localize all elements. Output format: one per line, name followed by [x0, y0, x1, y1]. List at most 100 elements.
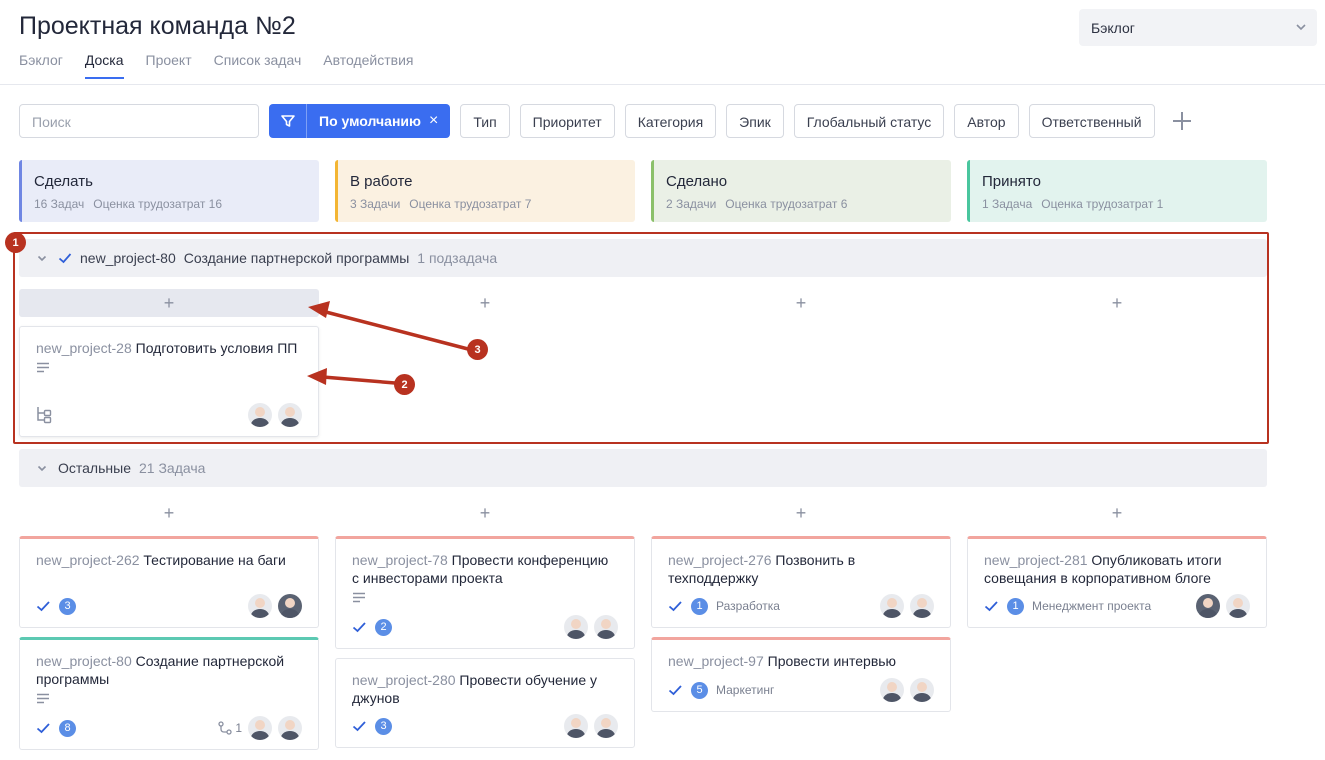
subtask-count-badge: 3	[59, 597, 76, 615]
subtask-count-badge: 1	[1007, 597, 1024, 615]
check-icon	[58, 253, 72, 264]
swimlane-task-key[interactable]: new_project-80	[80, 250, 176, 266]
check-icon	[668, 685, 682, 696]
task-key: new_project-80	[36, 653, 132, 669]
column-done: Сделано 2 Задачи Оценка трудозатрат 6	[651, 160, 951, 222]
avatar[interactable]	[1196, 594, 1220, 618]
check-icon	[36, 601, 50, 612]
add-task-cell[interactable]: +	[967, 289, 1267, 317]
avatar[interactable]	[278, 594, 302, 618]
clear-preset-icon[interactable]: ×	[429, 112, 450, 130]
filter-icon	[269, 104, 307, 138]
tab-board[interactable]: Доска	[84, 52, 124, 79]
subtask-link-number: 1	[235, 721, 242, 735]
task-key: new_project-280	[352, 672, 456, 688]
swimlane-header-rest[interactable]: Остальные 21 Задача	[19, 449, 1267, 487]
avatar[interactable]	[910, 594, 934, 618]
avatar[interactable]	[278, 716, 302, 740]
tab-project[interactable]: Проект	[146, 52, 192, 79]
avatar[interactable]	[248, 403, 272, 427]
avatar[interactable]	[880, 678, 904, 702]
add-task-cell[interactable]: +	[967, 499, 1267, 527]
column-estimate: Оценка трудозатрат 6	[725, 197, 848, 211]
chevron-down-icon[interactable]	[36, 252, 48, 264]
tab-task-list[interactable]: Список задач	[214, 52, 302, 79]
search-input[interactable]: Поиск	[19, 104, 259, 138]
chevron-down-icon	[1296, 24, 1306, 31]
avatar[interactable]	[594, 714, 618, 738]
task-card[interactable]: new_project-80 Создание партнерской прог…	[19, 637, 319, 750]
add-task-cell[interactable]: +	[335, 499, 635, 527]
task-key: new_project-97	[668, 653, 764, 669]
avatar[interactable]	[248, 716, 272, 740]
subtask-link-count: 1	[218, 721, 242, 735]
task-card[interactable]: new_project-97 Провести интервью 5 Марке…	[651, 637, 951, 712]
avatar[interactable]	[278, 403, 302, 427]
filter-global-status-button[interactable]: Глобальный статус	[793, 104, 945, 138]
add-task-cell[interactable]: +	[651, 499, 951, 527]
subtask-count-badge: 3	[375, 717, 392, 735]
task-card[interactable]: new_project-276 Позвонить в техподдержку…	[651, 536, 951, 628]
chevron-down-icon[interactable]	[36, 462, 48, 474]
add-task-cell[interactable]: +	[19, 289, 319, 317]
view-select[interactable]: Бэклог	[1079, 9, 1317, 46]
avatar[interactable]	[248, 594, 272, 618]
check-icon	[984, 601, 998, 612]
project-tabs: Бэклог Доска Проект Список задач Автодей…	[19, 52, 413, 79]
tab-automations[interactable]: Автодействия	[323, 52, 413, 79]
swimlane-name: Остальные	[58, 460, 131, 476]
filter-type-button[interactable]: Тип	[460, 104, 510, 138]
subtask-count-badge: 1	[691, 597, 708, 615]
column-estimate: Оценка трудозатрат 1	[1041, 197, 1164, 211]
task-key: new_project-281	[984, 552, 1088, 568]
avatar[interactable]	[880, 594, 904, 618]
column-estimate: Оценка трудозатрат 16	[93, 197, 223, 211]
column-name: Сделать	[34, 173, 93, 190]
avatar[interactable]	[910, 678, 934, 702]
task-title: Провести интервью	[767, 653, 897, 669]
annotation-marker: 3	[467, 339, 488, 360]
swimlane-header[interactable]: new_project-80 Создание партнерской прог…	[19, 239, 1267, 277]
avatar[interactable]	[564, 615, 588, 639]
tab-backlog[interactable]: Бэклог	[19, 52, 63, 79]
task-card[interactable]: new_project-280 Провести обучение у джун…	[335, 658, 635, 748]
task-card[interactable]: new_project-28 Подготовить условия ПП	[19, 326, 319, 437]
description-icon	[353, 592, 365, 603]
task-title: Тестирование на баги	[143, 552, 286, 568]
check-icon	[36, 723, 50, 734]
subtask-count-badge: 2	[375, 618, 392, 636]
filter-assignee-button[interactable]: Ответственный	[1028, 104, 1155, 138]
preset-filter-button[interactable]: По умолчанию ×	[269, 104, 451, 138]
task-card[interactable]: new_project-262 Тестирование на баги 3	[19, 536, 319, 628]
add-filter-plus-icon[interactable]	[1171, 110, 1193, 132]
view-select-value: Бэклог	[1091, 20, 1135, 36]
task-card[interactable]: new_project-78 Провести конференцию с ин…	[335, 536, 635, 649]
column-accepted: Принято 1 Задача Оценка трудозатрат 1	[967, 160, 1267, 222]
header-divider	[0, 84, 1325, 85]
avatar[interactable]	[594, 615, 618, 639]
page-title: Проектная команда №2	[19, 12, 296, 40]
check-icon	[352, 721, 366, 732]
swimlane-subtask-count: 1 подзадача	[417, 250, 498, 266]
column-estimate: Оценка трудозатрат 7	[409, 197, 532, 211]
add-task-cell[interactable]: +	[651, 289, 951, 317]
swimlane-task-name[interactable]: Создание партнерской программы	[184, 250, 410, 266]
subtask-count-badge: 8	[59, 719, 76, 737]
column-todo: Сделать 16 Задач Оценка трудозатрат 16	[19, 160, 319, 222]
filter-priority-button[interactable]: Приоритет	[519, 104, 615, 138]
filter-category-button[interactable]: Категория	[624, 104, 717, 138]
avatar[interactable]	[564, 714, 588, 738]
subtask-tree-icon	[37, 407, 52, 424]
description-icon	[37, 693, 49, 704]
filter-author-button[interactable]: Автор	[954, 104, 1019, 138]
add-task-cell[interactable]: +	[335, 289, 635, 317]
preset-label: По умолчанию	[319, 113, 421, 129]
subtask-link-icon	[218, 721, 232, 735]
avatar[interactable]	[1226, 594, 1250, 618]
check-icon	[352, 622, 366, 633]
swimlane-task-count: 21 Задача	[138, 460, 206, 476]
filter-epic-button[interactable]: Эпик	[726, 104, 784, 138]
annotation-marker: 1	[5, 232, 26, 253]
add-task-cell[interactable]: +	[19, 499, 319, 527]
task-card[interactable]: new_project-281 Опубликовать итоги совещ…	[967, 536, 1267, 628]
